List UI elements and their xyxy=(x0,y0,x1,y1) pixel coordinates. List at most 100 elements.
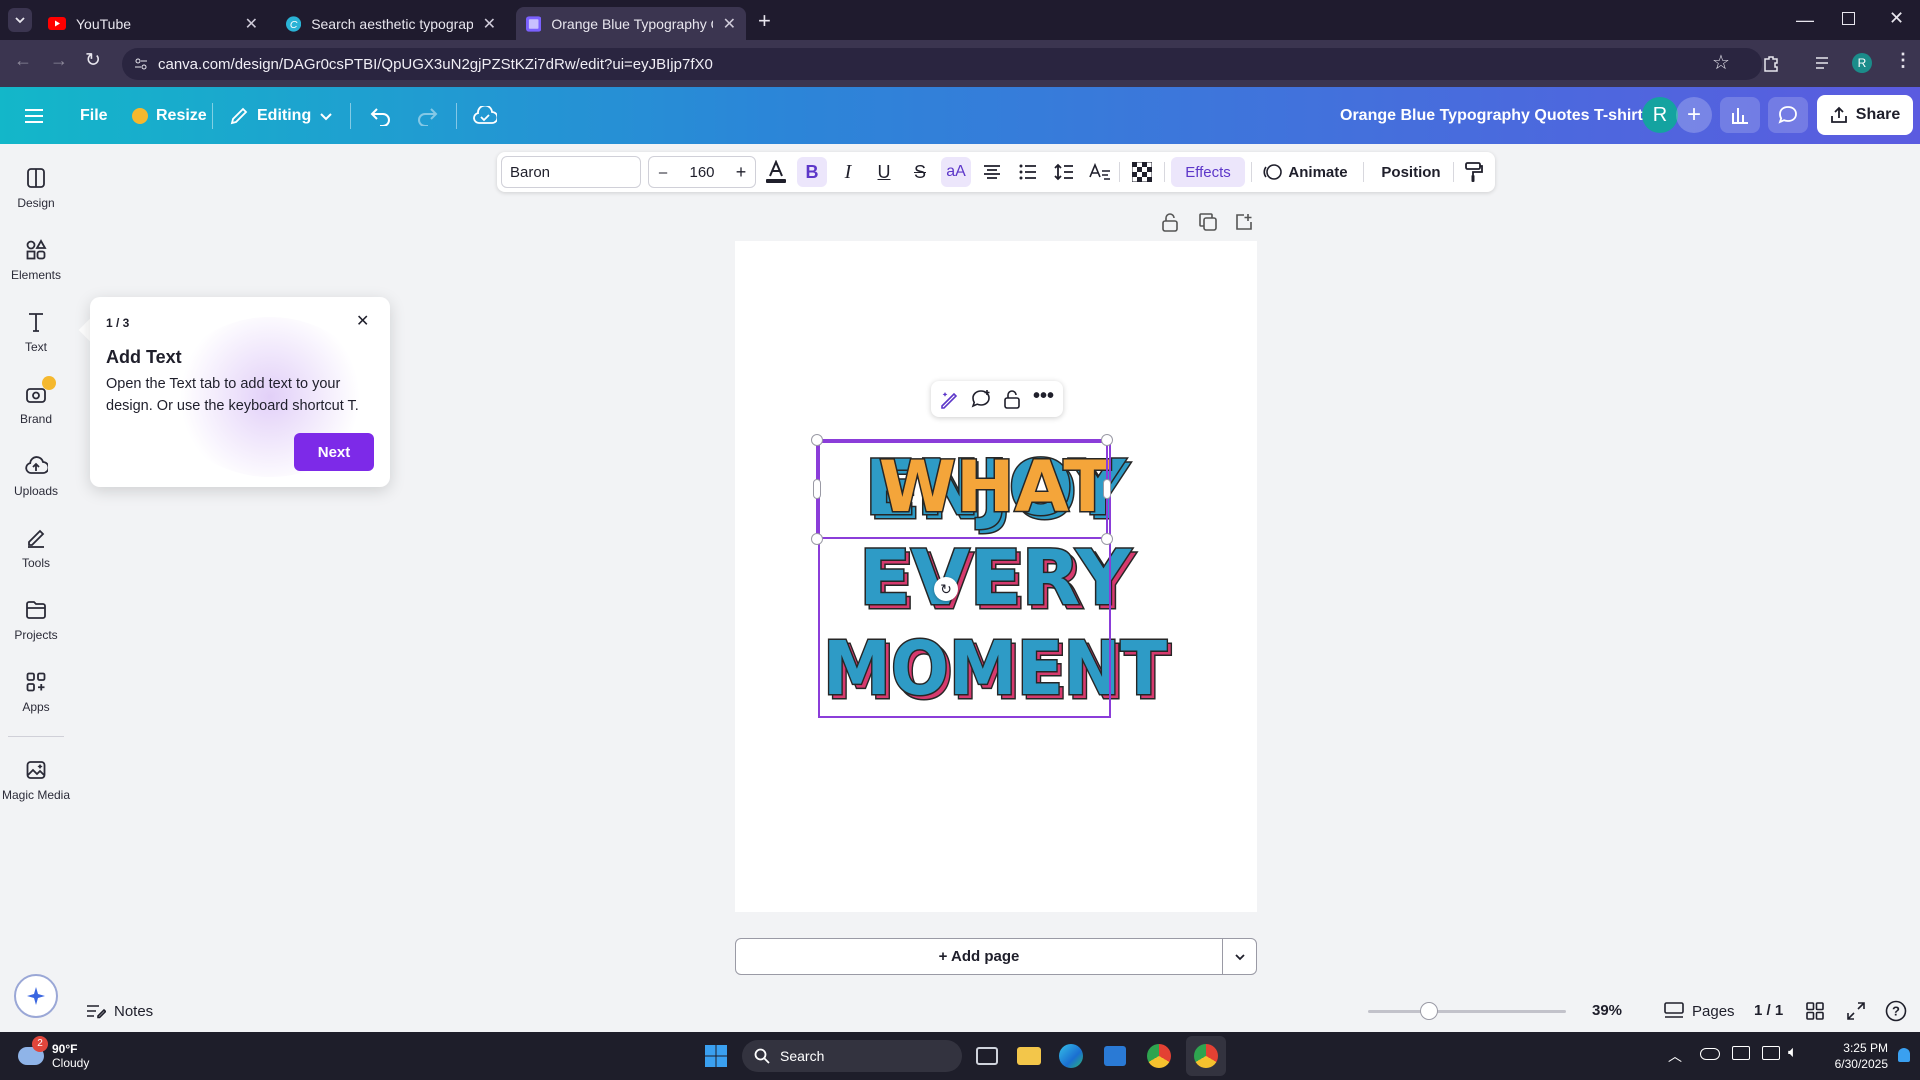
add-page-button[interactable]: + Add page xyxy=(735,938,1223,975)
chrome-profile-button[interactable] xyxy=(1186,1036,1226,1076)
sidebar-item-apps[interactable]: Apps xyxy=(0,670,72,714)
show-hidden-icons[interactable]: ︿ xyxy=(1668,1046,1682,1066)
font-family-dropdown[interactable]: Baron xyxy=(501,156,641,188)
sidebar-item-elements[interactable]: Elements xyxy=(0,238,72,282)
animate-button[interactable]: Animate xyxy=(1257,152,1353,192)
insights-button[interactable] xyxy=(1720,97,1760,133)
italic-button[interactable]: I xyxy=(833,152,863,192)
edge-button[interactable] xyxy=(1054,1032,1088,1080)
strikethrough-button[interactable]: S xyxy=(905,152,935,192)
sidebar-item-tools[interactable]: Tools xyxy=(0,526,72,570)
store-button[interactable] xyxy=(1098,1032,1132,1080)
display-icon[interactable] xyxy=(1732,1046,1750,1060)
document-title[interactable]: Orange Blue Typography Quotes T-shirts xyxy=(1340,87,1652,144)
sidebar-item-uploads[interactable]: Uploads xyxy=(0,454,72,498)
grid-view-icon[interactable] xyxy=(1806,1002,1824,1020)
fullscreen-icon[interactable] xyxy=(1847,1002,1865,1020)
sidebar-item-text[interactable]: Text xyxy=(0,310,72,354)
browser-tab-search[interactable]: C Search aesthetic typography po ✕ xyxy=(276,7,506,40)
browser-menu-icon[interactable]: ⋮ xyxy=(1894,50,1912,71)
selected-text-box[interactable] xyxy=(816,439,1108,539)
minimize-window-icon[interactable]: — xyxy=(1796,10,1814,31)
more-options-icon[interactable]: ••• xyxy=(1033,385,1054,408)
zoom-slider-thumb[interactable] xyxy=(1420,1002,1438,1020)
zoom-slider[interactable] xyxy=(1368,1002,1566,1020)
media-controls-icon[interactable] xyxy=(1814,54,1832,72)
resize-handle[interactable] xyxy=(811,533,823,545)
resize-handle[interactable] xyxy=(1101,533,1113,545)
close-tab-icon[interactable]: ✕ xyxy=(245,14,258,34)
comments-button[interactable] xyxy=(1768,97,1808,133)
back-icon[interactable]: ← xyxy=(14,50,32,71)
sidebar-item-brand[interactable]: Brand xyxy=(0,376,72,426)
alignment-button[interactable] xyxy=(977,152,1007,192)
bookmark-star-icon[interactable]: ☆ xyxy=(1712,50,1730,75)
close-popup-icon[interactable]: ✕ xyxy=(356,311,369,331)
invite-button[interactable]: + xyxy=(1676,97,1712,133)
help-icon[interactable]: ? xyxy=(1885,1000,1907,1022)
volume-icon[interactable]: 🔈︎ xyxy=(1788,1044,1798,1062)
browser-tab-canva-design[interactable]: Orange Blue Typography Quote ✕ xyxy=(516,7,746,40)
resize-button[interactable]: Resize xyxy=(132,87,207,144)
browser-tab-youtube[interactable]: YouTube ✕ xyxy=(38,7,268,40)
font-size-input[interactable]: 160 xyxy=(677,152,727,192)
list-button[interactable] xyxy=(1013,152,1043,192)
add-page-icon[interactable] xyxy=(1234,212,1254,232)
clock[interactable]: 3:25 PM 6/30/2025 xyxy=(1814,1040,1888,1072)
next-button[interactable]: Next xyxy=(294,433,374,471)
rotate-handle[interactable]: ↻ xyxy=(934,577,958,601)
bold-button[interactable]: B xyxy=(797,157,827,187)
close-window-icon[interactable]: ✕ xyxy=(1889,8,1904,29)
lock-page-icon[interactable] xyxy=(1161,212,1179,232)
start-button[interactable] xyxy=(702,1032,730,1080)
text-effects-style-button[interactable] xyxy=(1085,152,1115,192)
zoom-level[interactable]: 39% xyxy=(1592,1002,1622,1019)
sidebar-item-design[interactable]: Design xyxy=(0,166,72,210)
underline-button[interactable]: U xyxy=(869,152,899,192)
magic-assistant-button[interactable] xyxy=(14,974,58,1018)
copy-style-button[interactable] xyxy=(1459,152,1489,192)
side-resize-handle[interactable] xyxy=(1103,479,1111,499)
profile-avatar[interactable]: R xyxy=(1852,53,1872,73)
lock-element-icon[interactable] xyxy=(1003,389,1021,409)
url-field[interactable]: canva.com/design/DAGr0csPTBI/QpUGX3uN2gj… xyxy=(122,48,1762,80)
undo-button[interactable] xyxy=(370,87,392,144)
increase-font-size-button[interactable]: + xyxy=(727,152,755,192)
taskbar-search[interactable]: Search xyxy=(742,1040,962,1072)
chrome-button[interactable] xyxy=(1142,1032,1176,1080)
share-button[interactable]: Share xyxy=(1817,95,1913,135)
extensions-icon[interactable] xyxy=(1762,54,1780,72)
restore-window-icon[interactable] xyxy=(1842,12,1855,25)
onedrive-icon[interactable] xyxy=(1700,1048,1720,1060)
close-tab-icon[interactable]: ✕ xyxy=(483,14,496,34)
letter-case-button[interactable]: aA xyxy=(941,157,971,187)
new-tab-button[interactable]: + xyxy=(758,8,771,34)
user-avatar[interactable]: R xyxy=(1642,97,1678,133)
spacing-button[interactable] xyxy=(1049,152,1079,192)
sidebar-item-magic-media[interactable]: Magic Media xyxy=(0,758,72,802)
side-resize-handle[interactable] xyxy=(813,479,821,499)
sidebar-item-projects[interactable]: Projects xyxy=(0,598,72,642)
resize-handle[interactable] xyxy=(1101,434,1113,446)
save-status-button[interactable] xyxy=(473,87,497,144)
pages-button[interactable]: Pages xyxy=(1664,990,1735,1032)
editing-mode-dropdown[interactable]: Editing xyxy=(229,87,333,144)
decrease-font-size-button[interactable]: – xyxy=(649,152,677,192)
site-settings-icon[interactable] xyxy=(134,57,148,71)
close-tab-icon[interactable]: ✕ xyxy=(723,14,736,34)
add-comment-icon[interactable] xyxy=(971,389,991,409)
main-menu-button[interactable] xyxy=(24,87,44,144)
design-page[interactable]: ••• ENJOY ENJOY WHAT EVERY EVERY MOMENT … xyxy=(735,241,1257,912)
add-page-options-button[interactable] xyxy=(1222,938,1257,975)
tab-list-button[interactable] xyxy=(8,8,32,32)
resize-handle[interactable] xyxy=(811,434,823,446)
position-button[interactable]: Position xyxy=(1371,152,1451,192)
file-menu-button[interactable]: File xyxy=(80,87,108,144)
file-explorer-button[interactable] xyxy=(1012,1032,1046,1080)
reload-icon[interactable]: ↻ xyxy=(85,49,101,72)
task-view-button[interactable] xyxy=(970,1032,1004,1080)
notifications-bell-icon[interactable] xyxy=(1898,1048,1910,1062)
weather-widget[interactable]: 2 90°F Cloudy xyxy=(18,1036,89,1074)
redo-button[interactable] xyxy=(416,87,438,144)
forward-icon[interactable]: → xyxy=(50,50,68,71)
